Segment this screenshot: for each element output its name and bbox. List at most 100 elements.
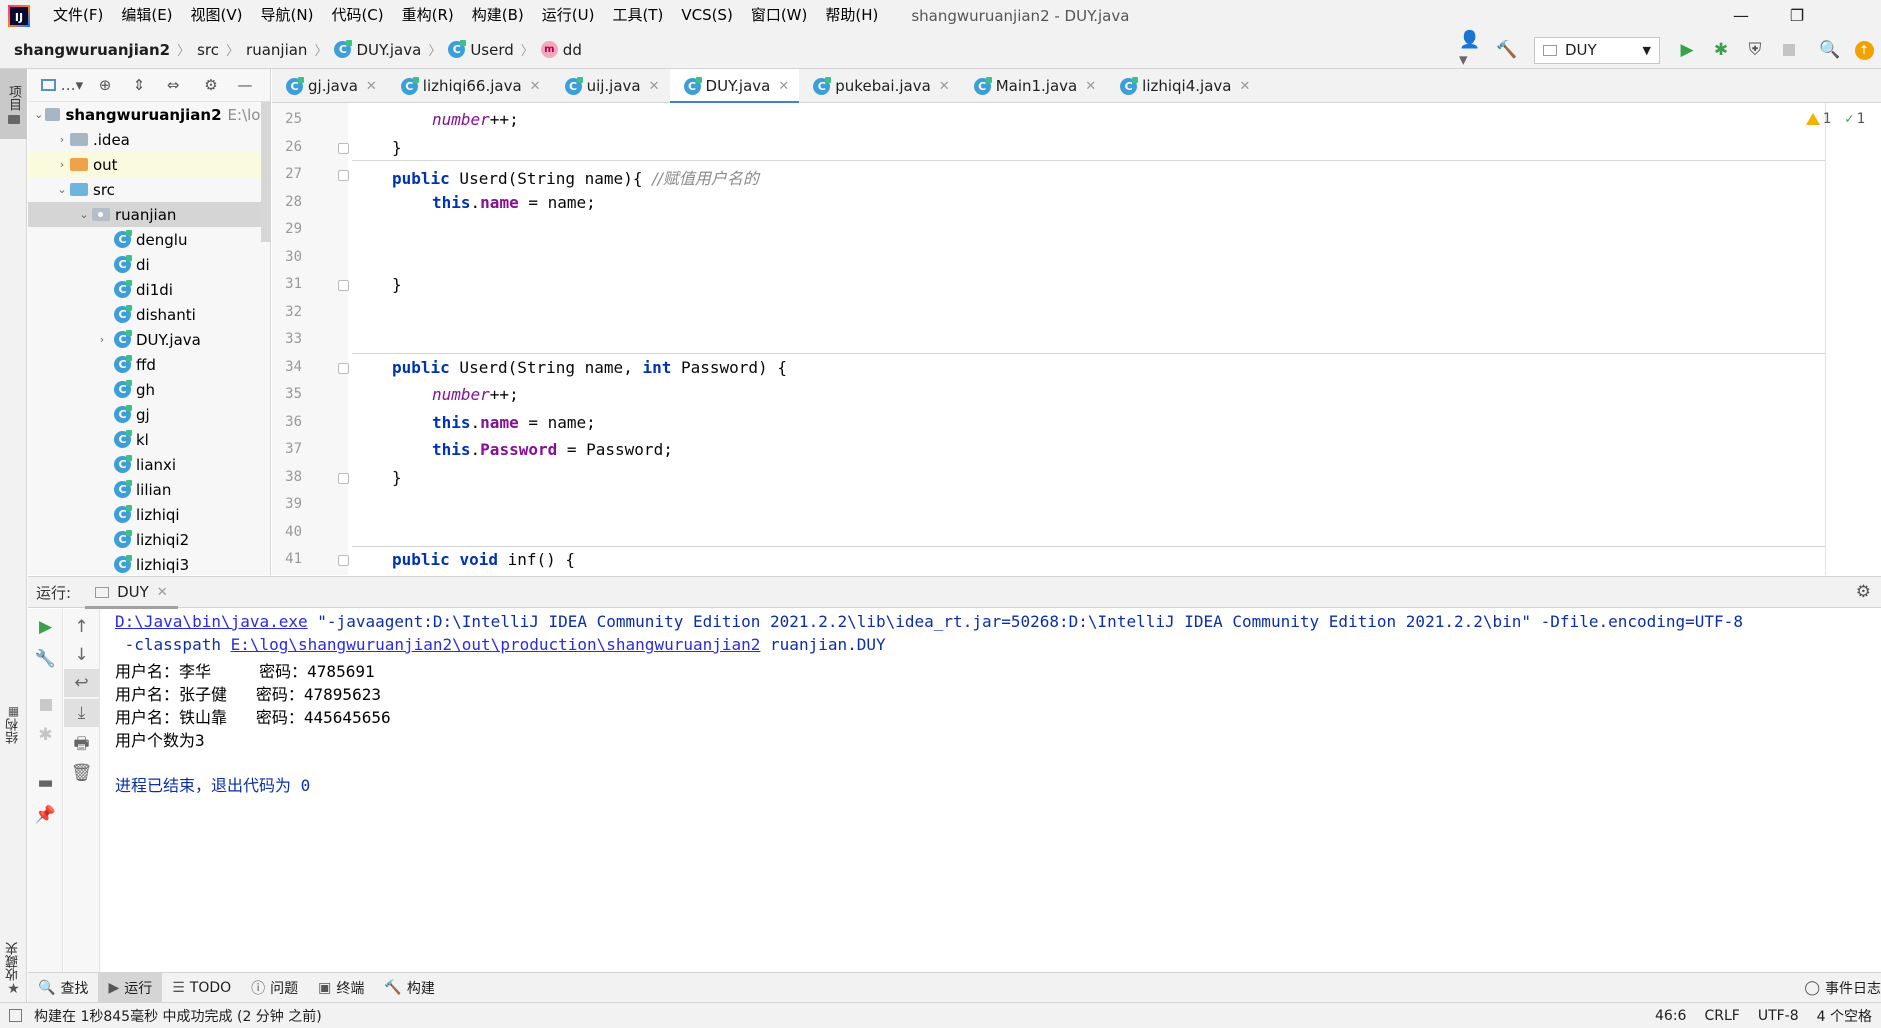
tree-item-class[interactable]: Cdi [28, 252, 270, 277]
close-icon[interactable]: ✕ [530, 79, 541, 94]
tree-item-src[interactable]: ⌄ src [28, 177, 270, 202]
tree-scrollbar[interactable] [261, 102, 270, 242]
close-icon[interactable]: ✕ [157, 585, 168, 600]
menu-vcs[interactable]: VCS(S) [672, 0, 741, 31]
status-message[interactable]: 构建在 1秒845毫秒 中成功完成 (2 分钟 之前) [34, 1006, 322, 1026]
rerun-button[interactable]: ▶ [28, 613, 63, 641]
breadcrumb-package[interactable]: ruanjian [246, 41, 307, 59]
debug-rerun-button[interactable]: ✱ [28, 721, 63, 749]
close-icon[interactable]: ✕ [939, 79, 950, 94]
menu-code[interactable]: 代码(C) [322, 0, 392, 31]
tab-gj[interactable]: Cgj.java ✕ [272, 69, 387, 103]
tree-item-class[interactable]: Cgj [28, 402, 270, 427]
breadcrumb-class[interactable]: C Userd [448, 40, 514, 59]
menu-tools[interactable]: 工具(T) [603, 0, 672, 31]
tab-pukebai[interactable]: Cpukebai.java ✕ [799, 69, 959, 103]
menu-help[interactable]: 帮助(H) [816, 0, 887, 31]
menu-window[interactable]: 窗口(W) [742, 0, 817, 31]
scroll-down-button[interactable]: ↓ [64, 641, 99, 669]
toggle-panels-icon[interactable] [9, 1009, 22, 1022]
breadcrumb-src[interactable]: src [197, 41, 219, 59]
line-separator[interactable]: CRLF [1695, 1008, 1748, 1024]
tree-item-class[interactable]: Clizhiqi3 [28, 552, 270, 575]
scroll-up-button[interactable]: ↑ [64, 613, 99, 641]
tab-lizhiqi4[interactable]: Clizhiqi4.java ✕ [1106, 69, 1260, 103]
user-button[interactable]: 👤▾ [1459, 30, 1487, 70]
run-config-select[interactable]: DUY ▼ [1534, 36, 1660, 64]
menu-file[interactable]: 文件(F) [44, 0, 112, 31]
tree-item-class[interactable]: Cdenglu [28, 227, 270, 252]
tree-item-class[interactable]: Ckl [28, 427, 270, 452]
tab-duy[interactable]: C DUY.java ✕ [669, 69, 800, 104]
update-button[interactable]: ↑ [1850, 36, 1878, 64]
fold-marker[interactable] [338, 143, 349, 154]
menu-build[interactable]: 构建(B) [463, 0, 533, 31]
search-everywhere-button[interactable]: 🔍 [1816, 36, 1844, 64]
menu-refactor[interactable]: 重构(R) [393, 0, 463, 31]
tree-item-ruanjian[interactable]: ⌄ ruanjian [28, 202, 270, 227]
tree-item-class[interactable]: Cffd [28, 352, 270, 377]
hide-panel-button[interactable]: — [232, 72, 258, 98]
project-view-select[interactable]: …▾ [40, 72, 84, 98]
close-icon[interactable]: ✕ [778, 79, 789, 94]
close-icon[interactable]: ✕ [366, 79, 377, 94]
print-button[interactable]: 🖶 [64, 731, 99, 759]
structure-tool-tab[interactable]: ▦ 结构 [0, 689, 27, 759]
tool-tab-run[interactable]: ▶ 运行 [98, 972, 163, 1003]
debug-button[interactable]: ✱ [1707, 36, 1735, 64]
soft-wrap-button[interactable]: ↩ [64, 669, 99, 697]
java-exe-link[interactable]: D:\Java\bin\java.exe [115, 612, 308, 631]
project-tool-tab[interactable]: 项目 [0, 69, 27, 139]
fold-marker[interactable] [338, 363, 349, 374]
gear-icon[interactable]: ⚙ [1856, 582, 1871, 602]
layout-button[interactable]: ▬ [28, 769, 63, 797]
caret-position[interactable]: 46:6 [1646, 1008, 1695, 1024]
tool-tab-todo[interactable]: ☰ TODO [162, 973, 241, 1003]
tree-item-class[interactable]: Clizhiqi2 [28, 527, 270, 552]
fold-marker[interactable] [338, 555, 349, 566]
fold-marker[interactable] [338, 170, 349, 181]
tree-item-class[interactable]: Cdi1di [28, 277, 270, 302]
settings-button[interactable]: ⚙ [198, 72, 224, 98]
scroll-to-end-button[interactable]: ⤓ [64, 699, 99, 727]
menu-navigate[interactable]: 导航(N) [252, 0, 323, 31]
restore-button[interactable]: ❐ [1769, 0, 1825, 31]
clear-all-button[interactable]: 🗑 [64, 759, 99, 787]
tab-uij[interactable]: Cuij.java ✕ [551, 69, 670, 103]
close-icon[interactable]: ✕ [649, 79, 660, 94]
tree-item-class[interactable]: Clianxi [28, 452, 270, 477]
tab-lizhiqi66[interactable]: Clizhiqi66.java ✕ [387, 69, 551, 103]
breadcrumb-file[interactable]: C DUY.java [334, 40, 421, 59]
console-output[interactable]: D:\Java\bin\java.exe "-javaagent:D:\Inte… [101, 609, 1881, 972]
code-editor[interactable]: 25 26 27 28 29 30 31 32 33 34 35 36 37 3… [272, 103, 1881, 575]
tree-item-idea[interactable]: › .idea [28, 127, 270, 152]
expand-all-button[interactable]: ⇕ [126, 72, 152, 98]
favorites-tool-tab[interactable]: 收藏夹 ★ [0, 929, 27, 1009]
tree-item-class[interactable]: Clizhiqi [28, 502, 270, 527]
minimize-button[interactable]: — [1713, 0, 1769, 31]
run-button[interactable]: ▶ [1673, 36, 1701, 64]
collapse-all-button[interactable]: ⇔ [160, 72, 186, 98]
tool-tab-find[interactable]: 🔍 查找 [28, 973, 98, 1003]
indent-setting[interactable]: 4 个空格 [1808, 1006, 1881, 1026]
tree-item-class[interactable]: Cgh [28, 377, 270, 402]
inspection-widget[interactable]: 1 ✓ 1 [1805, 111, 1865, 127]
breadcrumb-method[interactable]: m dd [540, 41, 582, 59]
tool-tab-problems[interactable]: ⓘ 问题 [241, 973, 308, 1003]
build-button[interactable]: 🔨 [1493, 36, 1521, 64]
tree-item-out[interactable]: › out [28, 152, 270, 177]
close-icon[interactable]: ✕ [1085, 79, 1096, 94]
pin-tab-button[interactable]: 📌 [28, 801, 63, 829]
stop-button[interactable] [1775, 36, 1803, 64]
tree-item-class[interactable]: Clilian [28, 477, 270, 502]
run-tab-duy[interactable]: DUY ✕ [85, 577, 178, 609]
tree-item-file[interactable]: › C DUY.java [28, 327, 270, 352]
tab-main1[interactable]: C Main1.java ✕ [960, 69, 1106, 103]
edit-config-button[interactable]: 🔧 [28, 645, 63, 673]
tool-tab-terminal[interactable]: ▣ 终端 [308, 973, 374, 1003]
menu-edit[interactable]: 编辑(E) [112, 0, 181, 31]
breadcrumb-project[interactable]: shangwuruanjian2 [14, 41, 170, 59]
fold-marker[interactable] [338, 280, 349, 291]
locate-file-button[interactable]: ⊕ [92, 72, 118, 98]
menu-view[interactable]: 视图(V) [182, 0, 252, 31]
